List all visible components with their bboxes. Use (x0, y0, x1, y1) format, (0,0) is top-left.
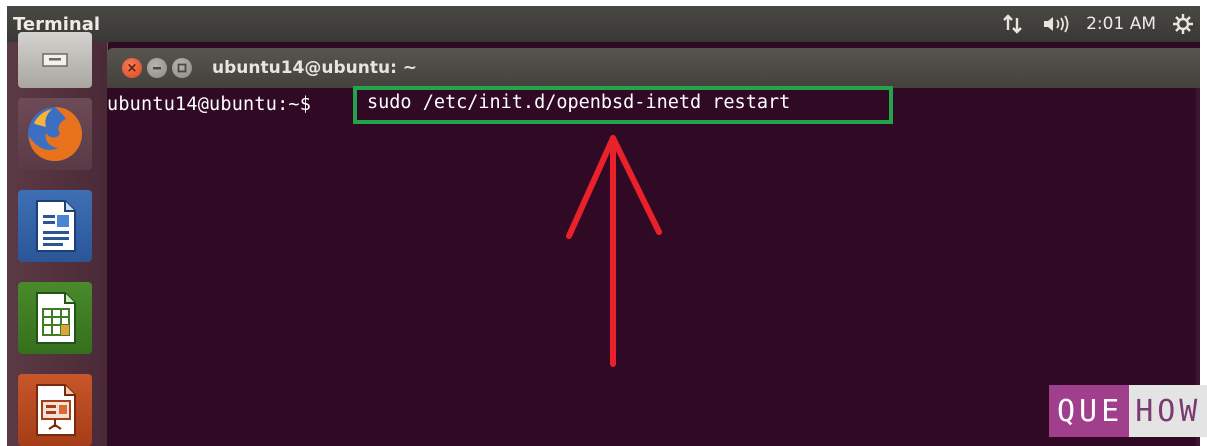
firefox-icon[interactable] (18, 98, 92, 170)
indicator-area: 2:01 AM (994, 6, 1200, 42)
unity-launcher (7, 32, 108, 446)
terminal-prompt: ubuntu14@ubuntu:~$ (107, 94, 312, 115)
minimize-icon[interactable] (147, 58, 167, 78)
terminal-command: sudo /etc/init.d/openbsd-inetd restart (367, 92, 791, 113)
maximize-icon[interactable] (172, 58, 192, 78)
libreoffice-impress-icon[interactable] (18, 374, 92, 446)
close-icon[interactable]: × (122, 58, 142, 78)
settings-gear-icon[interactable] (1166, 6, 1200, 42)
libreoffice-calc-icon[interactable] (18, 282, 92, 354)
quehow-watermark: QUE HOW (1049, 385, 1207, 437)
sound-icon[interactable] (1032, 6, 1082, 42)
terminal-titlebar[interactable]: × ubuntu14@ubuntu: ~ (107, 48, 1200, 88)
network-icon[interactable] (994, 6, 1032, 42)
terminal-body[interactable]: ubuntu14@ubuntu:~$ sudo /etc/init.d/open… (107, 86, 1200, 446)
top-panel: Terminal 2:01 AM (7, 6, 1200, 42)
files-icon[interactable] (18, 32, 92, 88)
watermark-part-1: QUE (1049, 385, 1130, 437)
clock-indicator[interactable]: 2:01 AM (1082, 6, 1166, 42)
window-title: ubuntu14@ubuntu: ~ (212, 58, 418, 78)
desktop-screen: Terminal 2:01 AM × ubuntu14@ubuntu: ~ ub… (7, 6, 1200, 446)
watermark-part-2: HOW (1129, 385, 1207, 437)
libreoffice-writer-icon[interactable] (18, 190, 92, 262)
